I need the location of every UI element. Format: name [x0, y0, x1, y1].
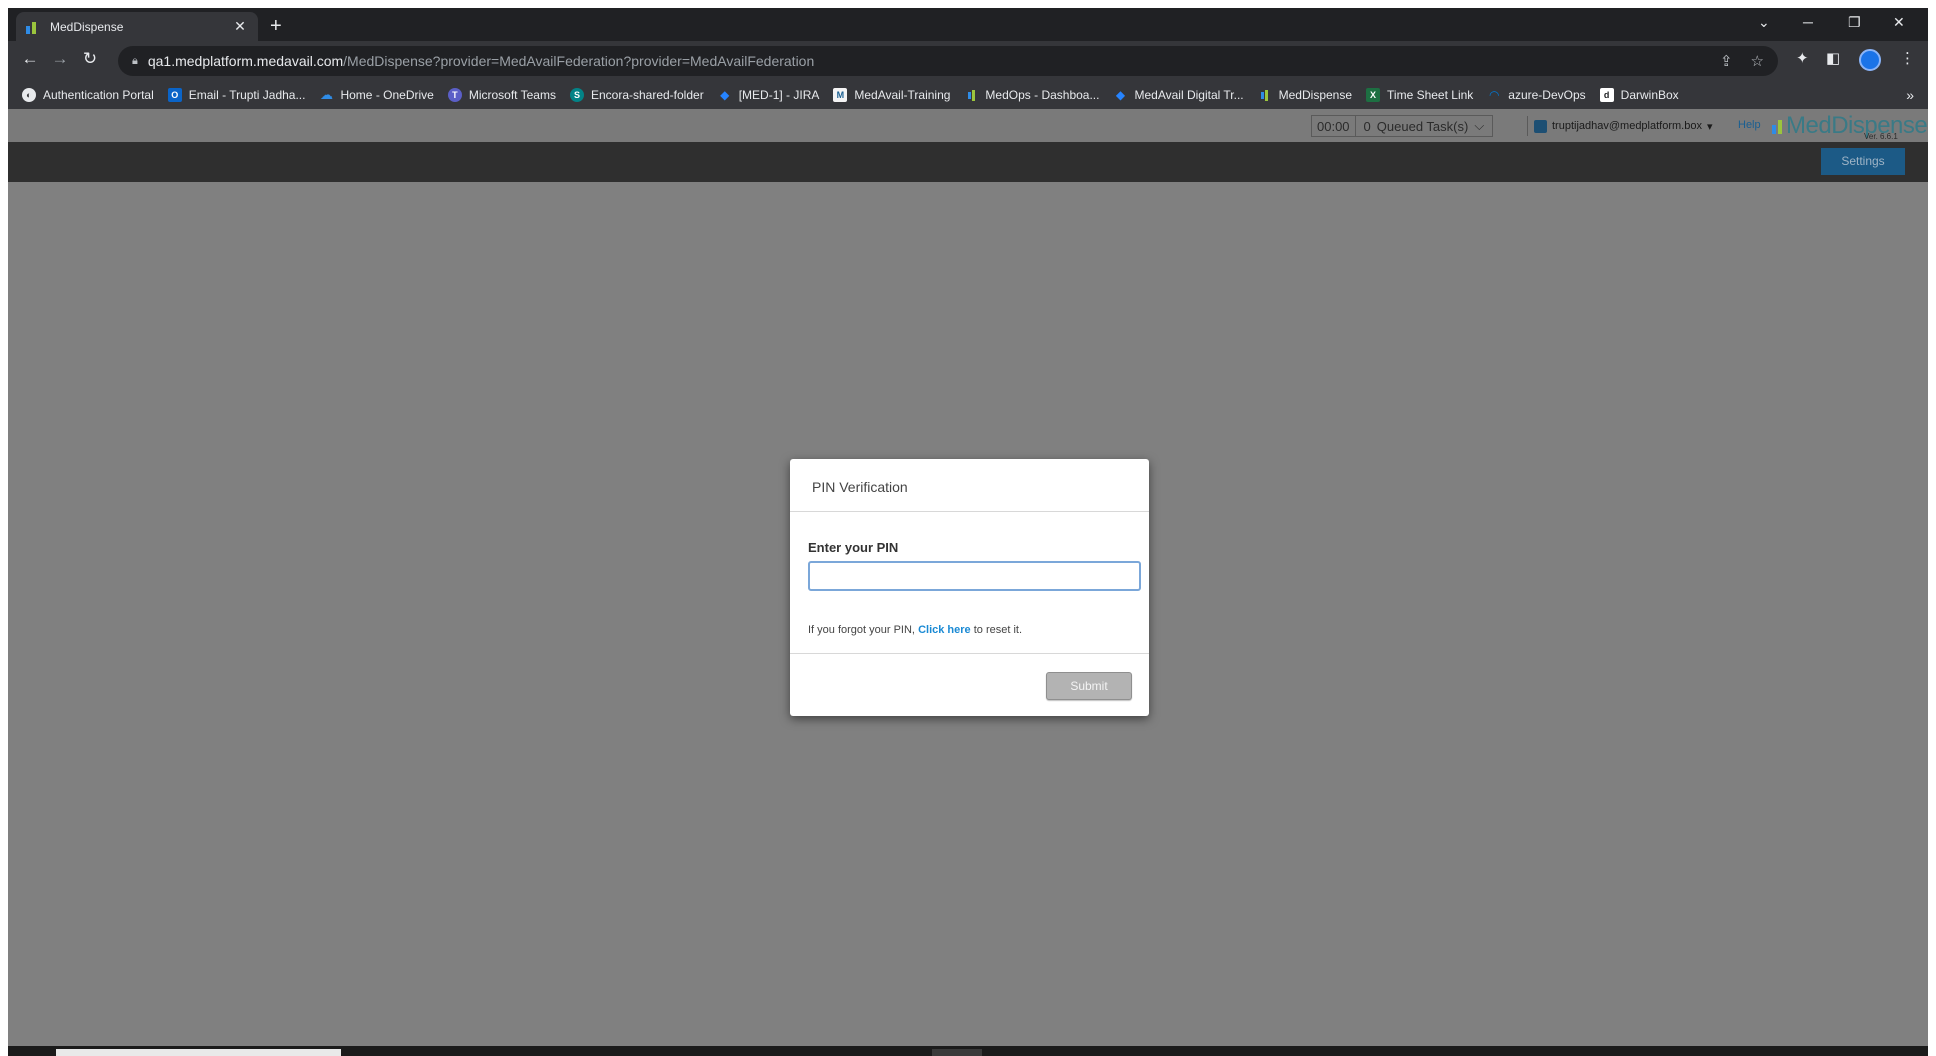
submit-button[interactable]: Submit: [1046, 672, 1132, 700]
pin-input[interactable]: [808, 561, 1141, 591]
bookmark-label: MedAvail Digital Tr...: [1134, 88, 1244, 102]
tab-meddispense[interactable]: MedDispense ✕: [16, 12, 258, 41]
dialog-body: Enter your PIN If you forgot your PIN, C…: [790, 512, 1149, 636]
bookmark-microsoft-teams[interactable]: T Microsoft Teams: [447, 88, 556, 102]
address-bar[interactable]: 🔒︎ qa1.medplatform.medavail.com /MedDisp…: [118, 46, 1778, 76]
bookmark-azure-devops[interactable]: ◠ azure-DevOps: [1487, 88, 1586, 102]
reload-icon[interactable]: ↻: [78, 49, 102, 69]
azure-devops-icon: ◠: [1489, 88, 1499, 102]
meddispense-icon: [964, 88, 978, 102]
app-viewport: 00:00 0 Queued Task(s) ⌵ truptijadhav@me…: [8, 109, 1928, 1056]
app-nav-bar: Settings: [8, 142, 1928, 182]
onedrive-icon: ☁: [319, 87, 333, 102]
bookmark-label: MedAvail-Training: [854, 88, 951, 102]
queued-tasks-dropdown[interactable]: 0 Queued Task(s) ⌵: [1356, 118, 1493, 134]
bookmark-label: azure-DevOps: [1508, 88, 1586, 102]
jira-icon: ◆: [720, 88, 730, 102]
dialog-title: PIN Verification: [790, 459, 1149, 512]
logo-mark-icon: [1772, 120, 1782, 134]
user-icon: [1534, 119, 1547, 133]
minimize-icon[interactable]: ─: [1803, 14, 1813, 30]
forgot-prefix: If you forgot your PIN,: [808, 624, 919, 636]
taskbar-item: [932, 1049, 982, 1056]
sharepoint-icon: S: [569, 88, 584, 102]
tab-search-chevron-icon[interactable]: ⌄: [1758, 14, 1770, 31]
jira-icon: ◆: [1115, 88, 1126, 102]
bookmark-encora-shared-folder[interactable]: S Encora-shared-folder: [569, 88, 704, 102]
tab-title: MedDispense: [50, 19, 124, 34]
forgot-pin-text: If you forgot your PIN, Click here to re…: [808, 624, 1141, 636]
extensions-puzzle-icon[interactable]: ✦: [1796, 49, 1809, 67]
caret-down-icon: ▾: [1706, 120, 1713, 133]
forgot-suffix: to reset it.: [970, 624, 1023, 636]
bookmark-time-sheet-link[interactable]: X Time Sheet Link: [1366, 88, 1473, 102]
bookmark-label: Time Sheet Link: [1387, 88, 1474, 102]
chevron-down-icon: ⌵: [1474, 118, 1485, 133]
reset-pin-link[interactable]: Click here: [918, 624, 971, 636]
forward-arrow-icon[interactable]: →: [48, 49, 72, 69]
bookmark-authentication-portal[interactable]: ◐ Authentication Portal: [22, 88, 154, 102]
bookmark-label: MedOps - Dashboa...: [985, 88, 1100, 102]
taskbar-strip: [8, 1046, 1928, 1056]
meddispense-logo: MedDispense: [1772, 112, 1928, 140]
teams-icon: T: [447, 88, 462, 102]
restore-icon[interactable]: ❐: [1848, 14, 1861, 31]
bookmark-meddispense[interactable]: MedDispense: [1258, 88, 1352, 102]
timer-value: 00:00: [1312, 116, 1356, 136]
bookmark-email[interactable]: O Email - Trupti Jadha...: [167, 88, 306, 102]
user-email: truptijadhav@medplatform.box: [1552, 120, 1702, 132]
bookmark-label: [MED-1] - JIRA: [738, 88, 820, 102]
logo-text: MedDispense: [1786, 112, 1928, 139]
profile-avatar-icon[interactable]: [1859, 49, 1881, 71]
bookmark-darwinbox[interactable]: d DarwinBox: [1599, 88, 1679, 102]
browser-toolbar: ← → ↻ 🔒︎ qa1.medplatform.medavail.com /M…: [8, 41, 1928, 81]
side-panel-icon[interactable]: ◧: [1826, 49, 1840, 67]
darwinbox-icon: d: [1599, 88, 1614, 102]
bookmark-medavail-digital[interactable]: ◆ MedAvail Digital Tr...: [1113, 88, 1244, 102]
meddispense-favicon-icon: [26, 20, 40, 34]
app-version: Ver. 6.6.1: [1864, 132, 1898, 141]
excel-icon: X: [1366, 88, 1381, 102]
new-tab-button[interactable]: +: [270, 14, 282, 38]
bookmark-jira[interactable]: ◆ [MED-1] - JIRA: [718, 88, 820, 102]
bookmark-star-icon[interactable]: ☆: [1751, 52, 1764, 70]
url-host: qa1.medplatform.medavail.com: [147, 53, 344, 69]
close-window-icon[interactable]: ✕: [1893, 14, 1905, 31]
share-icon[interactable]: ⇪: [1720, 52, 1733, 70]
app-header: 00:00 0 Queued Task(s) ⌵ truptijadhav@me…: [8, 109, 1928, 142]
user-menu[interactable]: truptijadhav@medplatform.box ▾: [1527, 116, 1713, 136]
outlook-icon: O: [167, 88, 182, 102]
back-arrow-icon[interactable]: ←: [18, 49, 42, 69]
url-path: /MedDispense?provider=MedAvailFederation…: [343, 53, 815, 69]
portal-icon: ◐: [22, 88, 36, 102]
bookmark-label: MedDispense: [1278, 88, 1353, 102]
queued-count: 0: [1363, 118, 1371, 134]
bookmark-label: Encora-shared-folder: [590, 88, 704, 102]
more-bookmarks-icon[interactable]: »: [1906, 87, 1914, 103]
bookmark-label: Email - Trupti Jadha...: [188, 88, 306, 102]
help-link[interactable]: Help: [1738, 119, 1761, 131]
bookmark-label: DarwinBox: [1620, 88, 1679, 102]
browser-window: MedDispense ✕ + ⌄ ─ ❐ ✕ ← → ↻ 🔒︎ qa1.med…: [8, 8, 1928, 1056]
bookmark-label: Microsoft Teams: [468, 88, 556, 102]
dialog-footer: Submit: [790, 653, 1149, 716]
settings-button[interactable]: Settings: [1821, 148, 1905, 175]
bookmark-medavail-training[interactable]: M MedAvail-Training: [833, 88, 950, 102]
bookmark-medops-dashboard[interactable]: MedOps - Dashboa...: [964, 88, 1099, 102]
browser-menu-icon[interactable]: ⋮: [1900, 49, 1915, 67]
tab-strip: MedDispense ✕ + ⌄ ─ ❐ ✕: [8, 8, 1928, 41]
bookmarks-bar: ◐ Authentication Portal O Email - Trupti…: [8, 81, 1928, 109]
medavail-icon: M: [833, 88, 848, 102]
bookmark-onedrive[interactable]: ☁ Home - OneDrive: [319, 87, 434, 102]
queued-label: Queued Task(s): [1376, 118, 1469, 134]
pin-field-label: Enter your PIN: [808, 540, 899, 555]
taskbar-window-preview: [56, 1049, 341, 1056]
bookmark-label: Authentication Portal: [43, 88, 154, 102]
lock-icon: 🔒︎: [132, 54, 138, 67]
session-timer: 00:00 0 Queued Task(s) ⌵: [1311, 115, 1494, 137]
bookmark-label: Home - OneDrive: [340, 88, 434, 102]
pin-verification-dialog: PIN Verification Enter your PIN If you f…: [790, 459, 1149, 716]
tab-close-icon[interactable]: ✕: [232, 18, 248, 35]
meddispense-icon: [1258, 88, 1272, 102]
